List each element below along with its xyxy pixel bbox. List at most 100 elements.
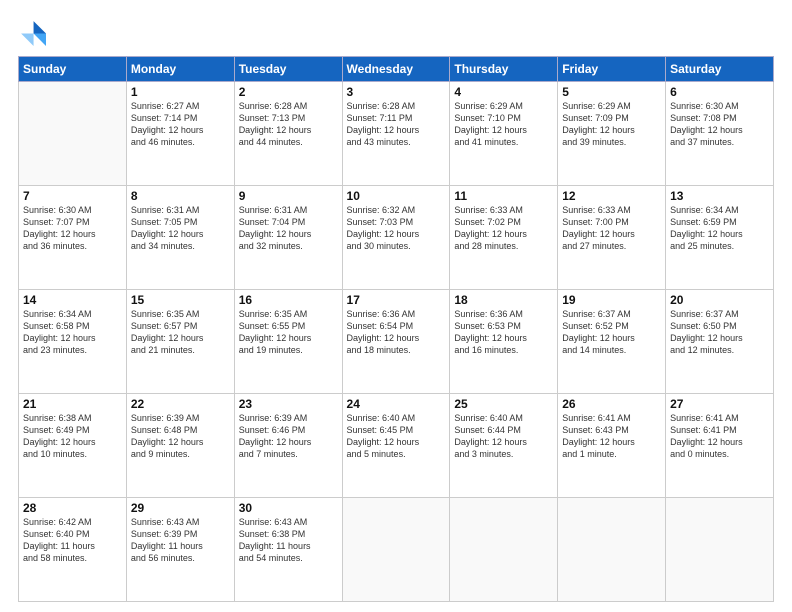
calendar-cell: 16Sunrise: 6:35 AM Sunset: 6:55 PM Dayli… bbox=[234, 290, 342, 394]
calendar-cell: 1Sunrise: 6:27 AM Sunset: 7:14 PM Daylig… bbox=[126, 82, 234, 186]
day-number: 16 bbox=[239, 293, 338, 307]
cell-content: Sunrise: 6:29 AM Sunset: 7:10 PM Dayligh… bbox=[454, 100, 553, 149]
weekday-header-tuesday: Tuesday bbox=[234, 57, 342, 82]
day-number: 28 bbox=[23, 501, 122, 515]
calendar-cell: 28Sunrise: 6:42 AM Sunset: 6:40 PM Dayli… bbox=[19, 498, 127, 602]
week-row-2: 7Sunrise: 6:30 AM Sunset: 7:07 PM Daylig… bbox=[19, 186, 774, 290]
day-number: 29 bbox=[131, 501, 230, 515]
day-number: 17 bbox=[347, 293, 446, 307]
cell-content: Sunrise: 6:37 AM Sunset: 6:52 PM Dayligh… bbox=[562, 308, 661, 357]
calendar-cell: 6Sunrise: 6:30 AM Sunset: 7:08 PM Daylig… bbox=[666, 82, 774, 186]
calendar-cell: 19Sunrise: 6:37 AM Sunset: 6:52 PM Dayli… bbox=[558, 290, 666, 394]
day-number: 27 bbox=[670, 397, 769, 411]
cell-content: Sunrise: 6:42 AM Sunset: 6:40 PM Dayligh… bbox=[23, 516, 122, 565]
cell-content: Sunrise: 6:36 AM Sunset: 6:53 PM Dayligh… bbox=[454, 308, 553, 357]
day-number: 7 bbox=[23, 189, 122, 203]
cell-content: Sunrise: 6:40 AM Sunset: 6:45 PM Dayligh… bbox=[347, 412, 446, 461]
cell-content: Sunrise: 6:33 AM Sunset: 7:02 PM Dayligh… bbox=[454, 204, 553, 253]
day-number: 4 bbox=[454, 85, 553, 99]
cell-content: Sunrise: 6:43 AM Sunset: 6:39 PM Dayligh… bbox=[131, 516, 230, 565]
day-number: 18 bbox=[454, 293, 553, 307]
day-number: 19 bbox=[562, 293, 661, 307]
calendar-cell: 12Sunrise: 6:33 AM Sunset: 7:00 PM Dayli… bbox=[558, 186, 666, 290]
cell-content: Sunrise: 6:30 AM Sunset: 7:08 PM Dayligh… bbox=[670, 100, 769, 149]
day-number: 10 bbox=[347, 189, 446, 203]
calendar-cell: 25Sunrise: 6:40 AM Sunset: 6:44 PM Dayli… bbox=[450, 394, 558, 498]
cell-content: Sunrise: 6:28 AM Sunset: 7:11 PM Dayligh… bbox=[347, 100, 446, 149]
weekday-header-friday: Friday bbox=[558, 57, 666, 82]
day-number: 5 bbox=[562, 85, 661, 99]
weekday-header-sunday: Sunday bbox=[19, 57, 127, 82]
week-row-3: 14Sunrise: 6:34 AM Sunset: 6:58 PM Dayli… bbox=[19, 290, 774, 394]
cell-content: Sunrise: 6:39 AM Sunset: 6:46 PM Dayligh… bbox=[239, 412, 338, 461]
day-number: 22 bbox=[131, 397, 230, 411]
cell-content: Sunrise: 6:35 AM Sunset: 6:57 PM Dayligh… bbox=[131, 308, 230, 357]
calendar-cell: 21Sunrise: 6:38 AM Sunset: 6:49 PM Dayli… bbox=[19, 394, 127, 498]
calendar-cell: 2Sunrise: 6:28 AM Sunset: 7:13 PM Daylig… bbox=[234, 82, 342, 186]
calendar-cell: 10Sunrise: 6:32 AM Sunset: 7:03 PM Dayli… bbox=[342, 186, 450, 290]
calendar-cell: 3Sunrise: 6:28 AM Sunset: 7:11 PM Daylig… bbox=[342, 82, 450, 186]
day-number: 15 bbox=[131, 293, 230, 307]
calendar-cell: 11Sunrise: 6:33 AM Sunset: 7:02 PM Dayli… bbox=[450, 186, 558, 290]
calendar-cell: 26Sunrise: 6:41 AM Sunset: 6:43 PM Dayli… bbox=[558, 394, 666, 498]
cell-content: Sunrise: 6:35 AM Sunset: 6:55 PM Dayligh… bbox=[239, 308, 338, 357]
day-number: 26 bbox=[562, 397, 661, 411]
calendar-cell: 8Sunrise: 6:31 AM Sunset: 7:05 PM Daylig… bbox=[126, 186, 234, 290]
calendar-cell: 20Sunrise: 6:37 AM Sunset: 6:50 PM Dayli… bbox=[666, 290, 774, 394]
calendar-page: SundayMondayTuesdayWednesdayThursdayFrid… bbox=[0, 0, 792, 612]
calendar-cell: 18Sunrise: 6:36 AM Sunset: 6:53 PM Dayli… bbox=[450, 290, 558, 394]
week-row-5: 28Sunrise: 6:42 AM Sunset: 6:40 PM Dayli… bbox=[19, 498, 774, 602]
calendar-cell bbox=[666, 498, 774, 602]
day-number: 14 bbox=[23, 293, 122, 307]
day-number: 20 bbox=[670, 293, 769, 307]
calendar-cell: 24Sunrise: 6:40 AM Sunset: 6:45 PM Dayli… bbox=[342, 394, 450, 498]
cell-content: Sunrise: 6:33 AM Sunset: 7:00 PM Dayligh… bbox=[562, 204, 661, 253]
cell-content: Sunrise: 6:31 AM Sunset: 7:04 PM Dayligh… bbox=[239, 204, 338, 253]
day-number: 11 bbox=[454, 189, 553, 203]
week-row-4: 21Sunrise: 6:38 AM Sunset: 6:49 PM Dayli… bbox=[19, 394, 774, 498]
calendar-cell: 23Sunrise: 6:39 AM Sunset: 6:46 PM Dayli… bbox=[234, 394, 342, 498]
calendar-cell: 22Sunrise: 6:39 AM Sunset: 6:48 PM Dayli… bbox=[126, 394, 234, 498]
calendar-cell: 15Sunrise: 6:35 AM Sunset: 6:57 PM Dayli… bbox=[126, 290, 234, 394]
cell-content: Sunrise: 6:30 AM Sunset: 7:07 PM Dayligh… bbox=[23, 204, 122, 253]
week-row-1: 1Sunrise: 6:27 AM Sunset: 7:14 PM Daylig… bbox=[19, 82, 774, 186]
calendar-cell: 27Sunrise: 6:41 AM Sunset: 6:41 PM Dayli… bbox=[666, 394, 774, 498]
day-number: 9 bbox=[239, 189, 338, 203]
day-number: 8 bbox=[131, 189, 230, 203]
day-number: 25 bbox=[454, 397, 553, 411]
calendar-cell bbox=[558, 498, 666, 602]
weekday-header-thursday: Thursday bbox=[450, 57, 558, 82]
day-number: 2 bbox=[239, 85, 338, 99]
calendar-table: SundayMondayTuesdayWednesdayThursdayFrid… bbox=[18, 56, 774, 602]
day-number: 6 bbox=[670, 85, 769, 99]
weekday-header-monday: Monday bbox=[126, 57, 234, 82]
calendar-cell: 4Sunrise: 6:29 AM Sunset: 7:10 PM Daylig… bbox=[450, 82, 558, 186]
weekday-header-saturday: Saturday bbox=[666, 57, 774, 82]
cell-content: Sunrise: 6:34 AM Sunset: 6:58 PM Dayligh… bbox=[23, 308, 122, 357]
day-number: 12 bbox=[562, 189, 661, 203]
cell-content: Sunrise: 6:39 AM Sunset: 6:48 PM Dayligh… bbox=[131, 412, 230, 461]
day-number: 3 bbox=[347, 85, 446, 99]
cell-content: Sunrise: 6:27 AM Sunset: 7:14 PM Dayligh… bbox=[131, 100, 230, 149]
cell-content: Sunrise: 6:41 AM Sunset: 6:41 PM Dayligh… bbox=[670, 412, 769, 461]
calendar-cell: 30Sunrise: 6:43 AM Sunset: 6:38 PM Dayli… bbox=[234, 498, 342, 602]
day-number: 21 bbox=[23, 397, 122, 411]
day-number: 24 bbox=[347, 397, 446, 411]
cell-content: Sunrise: 6:37 AM Sunset: 6:50 PM Dayligh… bbox=[670, 308, 769, 357]
cell-content: Sunrise: 6:36 AM Sunset: 6:54 PM Dayligh… bbox=[347, 308, 446, 357]
cell-content: Sunrise: 6:28 AM Sunset: 7:13 PM Dayligh… bbox=[239, 100, 338, 149]
weekday-header-wednesday: Wednesday bbox=[342, 57, 450, 82]
calendar-cell: 13Sunrise: 6:34 AM Sunset: 6:59 PM Dayli… bbox=[666, 186, 774, 290]
day-number: 30 bbox=[239, 501, 338, 515]
cell-content: Sunrise: 6:34 AM Sunset: 6:59 PM Dayligh… bbox=[670, 204, 769, 253]
calendar-cell bbox=[342, 498, 450, 602]
cell-content: Sunrise: 6:29 AM Sunset: 7:09 PM Dayligh… bbox=[562, 100, 661, 149]
logo bbox=[18, 18, 50, 46]
calendar-cell bbox=[19, 82, 127, 186]
calendar-cell: 14Sunrise: 6:34 AM Sunset: 6:58 PM Dayli… bbox=[19, 290, 127, 394]
calendar-cell: 17Sunrise: 6:36 AM Sunset: 6:54 PM Dayli… bbox=[342, 290, 450, 394]
day-number: 13 bbox=[670, 189, 769, 203]
weekday-header-row: SundayMondayTuesdayWednesdayThursdayFrid… bbox=[19, 57, 774, 82]
cell-content: Sunrise: 6:38 AM Sunset: 6:49 PM Dayligh… bbox=[23, 412, 122, 461]
day-number: 1 bbox=[131, 85, 230, 99]
